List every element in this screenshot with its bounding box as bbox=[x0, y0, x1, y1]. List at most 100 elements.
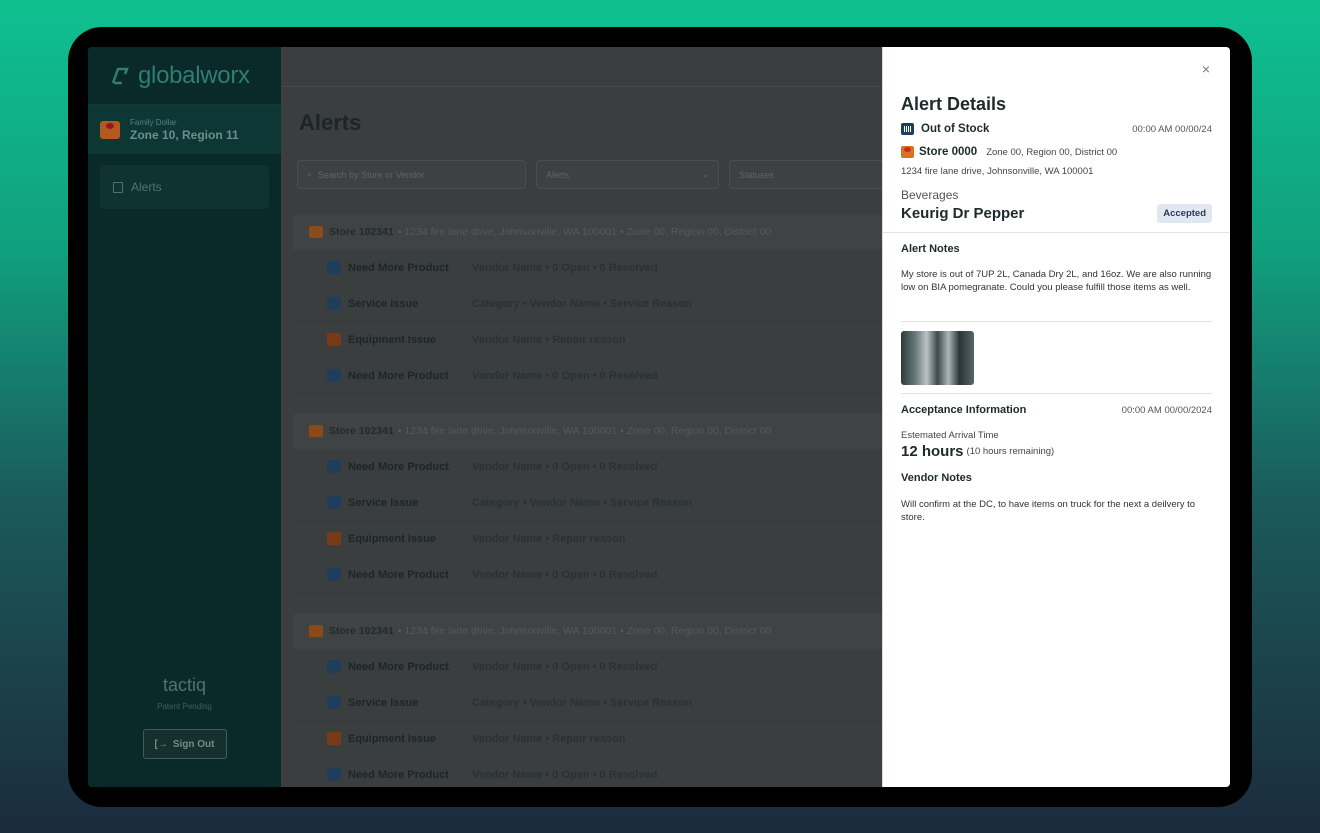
alert-description: Category • Vendor Name • Service Reason bbox=[472, 696, 692, 709]
sidebar-item-label: Alerts bbox=[131, 180, 162, 194]
store-group-header[interactable]: Store 102341 • 1234 fire lane drive, John… bbox=[293, 214, 882, 250]
alert-row[interactable]: Need More Product Vendor Name • 0 Open • … bbox=[293, 649, 882, 685]
barcode-icon bbox=[327, 660, 341, 673]
alert-row[interactable]: Need More Product Vendor Name • 0 Open • … bbox=[293, 449, 882, 485]
family-dollar-logo-icon bbox=[309, 425, 323, 437]
vendor-notes-text: Will confirm at the DC, to have items on… bbox=[901, 499, 1196, 523]
wrench-icon bbox=[327, 333, 341, 346]
alert-type: Equipment Issue bbox=[348, 333, 437, 346]
alert-type: Need More Product bbox=[348, 261, 449, 274]
alert-description: Vendor Name • 0 Open • 0 Resolved bbox=[472, 768, 658, 781]
family-dollar-logo-icon bbox=[901, 146, 914, 158]
vendor-notes-title: Vendor Notes bbox=[901, 472, 972, 484]
tactiq-logo: tactiq bbox=[162, 675, 207, 695]
acceptance-timestamp: 00:00 AM 00/00/2024 bbox=[1121, 404, 1212, 416]
alert-type: Need More Product bbox=[348, 660, 449, 673]
family-dollar-logo-icon bbox=[100, 120, 120, 139]
alert-row[interactable]: Service Issue Category • Vendor Name • Se… bbox=[293, 685, 882, 721]
wrench-icon bbox=[327, 732, 341, 745]
alert-timestamp: 00:00 AM 00/00/24 bbox=[1132, 123, 1212, 135]
store-alert-group: Store 102341 • 1234 fire lane drive, John… bbox=[293, 613, 882, 787]
sign-out-label: Sign Out bbox=[172, 738, 215, 750]
store-selector[interactable]: Family Dollar Zone 10, Region 11 bbox=[88, 105, 281, 154]
store-row: Store 0000 Zone 00, Region 00, District … bbox=[901, 146, 1212, 158]
alert-row[interactable]: Equipment Issue Vendor Name • Repair reas… bbox=[293, 322, 882, 358]
divider bbox=[901, 321, 1212, 322]
barcode-icon bbox=[327, 369, 341, 382]
alert-description: Vendor Name • Repair reason bbox=[472, 532, 626, 545]
store-alert-group: Store 102341 • 1234 fire lane drive, John… bbox=[293, 413, 882, 593]
service-icon bbox=[327, 496, 341, 509]
search-input[interactable]: ⌕ Search by Store or Vendor bbox=[297, 160, 526, 189]
alert-details-panel: × Alert Details Out of Stock 00:00 AM 00… bbox=[882, 47, 1230, 787]
alert-row[interactable]: Need More Product Vendor Name • 0 Open • … bbox=[293, 358, 882, 394]
page-title: Alerts bbox=[299, 110, 362, 135]
alert-row[interactable]: Equipment Issue Vendor Name • Repair reas… bbox=[293, 721, 882, 757]
group-store-name: Store 102341 bbox=[329, 226, 394, 238]
barcode-icon bbox=[327, 261, 341, 274]
close-icon[interactable]: × bbox=[1202, 61, 1210, 77]
alert-type: Equipment Issue bbox=[348, 732, 437, 745]
alert-type-row: Out of Stock 00:00 AM 00/00/24 bbox=[901, 123, 1212, 135]
alert-type: Need More Product bbox=[348, 568, 449, 581]
app-screen: globalworx Family Dollar Zone 10, Region… bbox=[88, 47, 1230, 787]
family-dollar-logo-icon bbox=[309, 226, 323, 238]
store-zone: Zone 10, Region 11 bbox=[130, 127, 239, 142]
alert-description: Category • Vendor Name • Service Reason bbox=[472, 496, 692, 509]
statuses-filter-label: Statuses bbox=[739, 169, 775, 180]
sidebar-footer: tactiq Patent Pending [→ Sign Out bbox=[88, 675, 281, 759]
alert-description: Vendor Name • Repair reason bbox=[472, 333, 626, 346]
alert-type: Need More Product bbox=[348, 768, 449, 781]
eta-row: 12 hours (10 hours remaining) bbox=[901, 443, 1212, 460]
globalworx-logo-icon bbox=[110, 66, 130, 86]
alert-type: Service Issue bbox=[348, 496, 419, 509]
store-group-header[interactable]: Store 102341 • 1234 fire lane drive, John… bbox=[293, 413, 882, 449]
family-dollar-logo-icon bbox=[309, 625, 323, 637]
barcode-icon bbox=[327, 768, 341, 781]
logo-text: globalworx bbox=[138, 61, 250, 89]
alert-row[interactable]: Service Issue Category • Vendor Name • Se… bbox=[293, 485, 882, 521]
group-store-name: Store 102341 bbox=[329, 425, 394, 437]
alert-type: Service Issue bbox=[348, 297, 419, 310]
service-icon bbox=[327, 297, 341, 310]
divider bbox=[883, 232, 1230, 233]
eta-label-row: Estemated Arrival Time bbox=[901, 430, 1212, 441]
statuses-filter-dropdown[interactable]: Statuses bbox=[729, 160, 899, 189]
store-address: 1234 fire lane drive, Johnsonville, WA 1… bbox=[901, 166, 1094, 177]
alert-photo[interactable] bbox=[901, 331, 974, 385]
store-brand: Family Dollar bbox=[130, 117, 177, 127]
alert-row[interactable]: Service Issue Category • Vendor Name • Se… bbox=[293, 286, 882, 322]
store-name: Store 0000 bbox=[919, 146, 978, 158]
status-badge: Accepted bbox=[1157, 204, 1212, 223]
alert-row[interactable]: Need More Product Vendor Name • 0 Open • … bbox=[293, 557, 882, 593]
barcode-icon bbox=[327, 568, 341, 581]
alert-row[interactable]: Equipment Issue Vendor Name • Repair reas… bbox=[293, 521, 882, 557]
alert-row[interactable]: Need More Product Vendor Name • 0 Open • … bbox=[293, 250, 882, 286]
alert-type: Equipment Issue bbox=[348, 532, 437, 545]
eta-remaining: (10 hours remaining) bbox=[966, 446, 1055, 457]
sidebar-item-alerts[interactable]: Alerts bbox=[100, 165, 269, 209]
alert-row[interactable]: Need More Product Vendor Name • 0 Open • … bbox=[293, 757, 882, 787]
sign-out-icon: [→ bbox=[154, 738, 168, 750]
alert-description: Vendor Name • Repair reason bbox=[472, 732, 626, 745]
alert-type: Service Issue bbox=[348, 696, 419, 709]
alert-description: Vendor Name • 0 Open • 0 Resolved bbox=[472, 369, 658, 382]
alert-type: Out of Stock bbox=[921, 123, 990, 135]
alert-description: Vendor Name • 0 Open • 0 Resolved bbox=[472, 660, 658, 673]
group-store-name: Store 102341 bbox=[329, 625, 394, 637]
eta-value: 12 hours bbox=[901, 443, 964, 460]
patent-text: Patent Pending bbox=[157, 702, 212, 711]
panel-title: Alert Details bbox=[901, 94, 1007, 114]
store-alert-group: Store 102341 • 1234 fire lane drive, John… bbox=[293, 214, 882, 394]
category: Beverages bbox=[901, 188, 959, 202]
group-store-details: • 1234 fire lane drive, Johnsonville, WA… bbox=[397, 625, 772, 637]
alerts-filter-dropdown[interactable]: Alerts ⌄ bbox=[536, 160, 719, 189]
group-store-details: • 1234 fire lane drive, Johnsonville, WA… bbox=[397, 226, 772, 238]
sign-out-button[interactable]: [→ Sign Out bbox=[142, 729, 227, 759]
store-group-header[interactable]: Store 102341 • 1234 fire lane drive, John… bbox=[293, 613, 882, 649]
logo: globalworx bbox=[88, 47, 281, 105]
search-placeholder: Search by Store or Vendor bbox=[318, 169, 425, 180]
main-content: Alerts ⌕ Search by Store or Vendor Alert… bbox=[281, 47, 899, 787]
alert-description: Category • Vendor Name • Service Reason bbox=[472, 297, 692, 310]
sidebar: globalworx Family Dollar Zone 10, Region… bbox=[88, 47, 281, 787]
